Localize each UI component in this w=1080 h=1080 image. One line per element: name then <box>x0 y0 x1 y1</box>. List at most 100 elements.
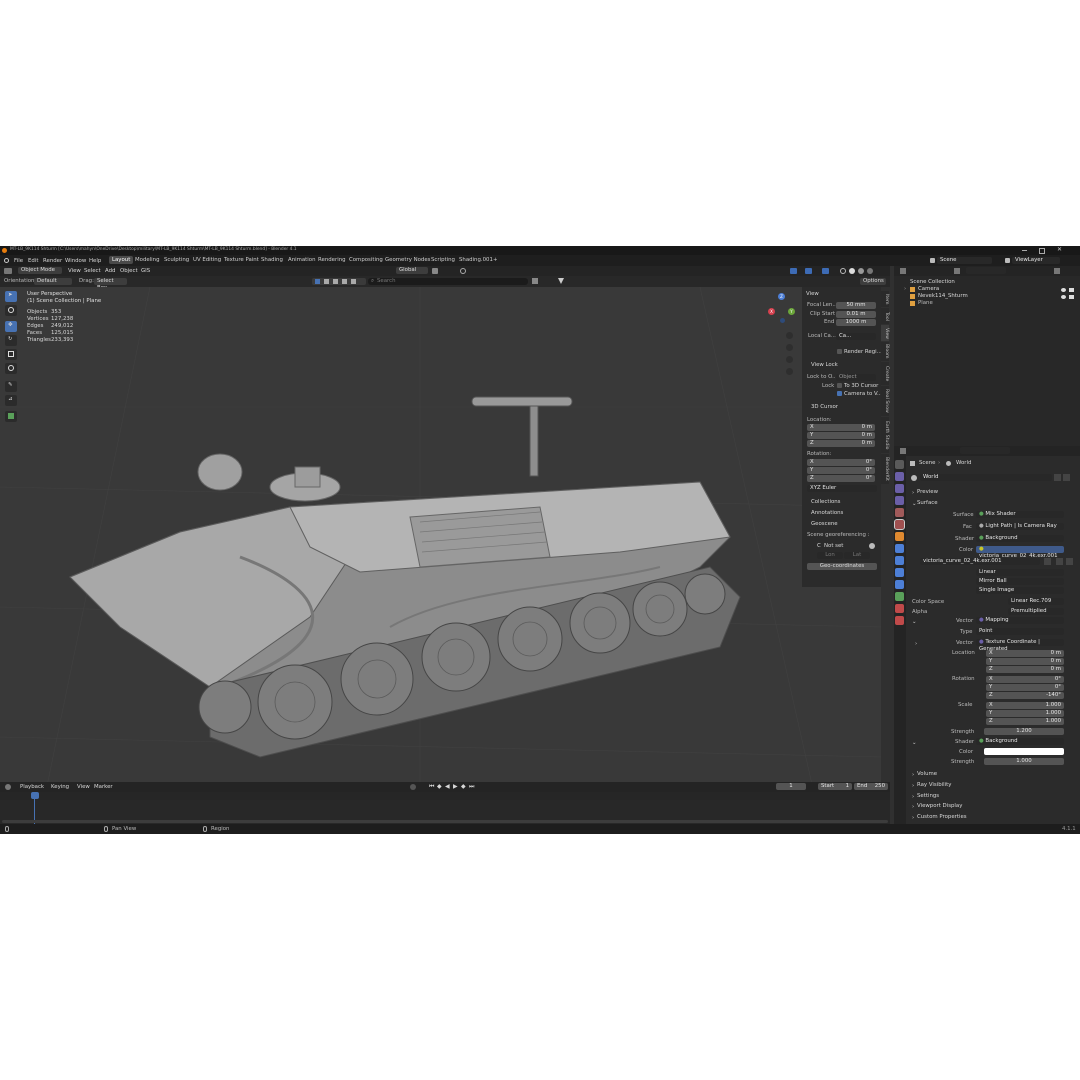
interpolation-dropdown[interactable]: Linear <box>976 569 1064 576</box>
tab-modifiers-icon[interactable] <box>895 544 904 553</box>
menu-edit[interactable]: Edit <box>28 258 38 264</box>
view-lock-header[interactable]: View Lock <box>811 362 838 368</box>
tool-select-box[interactable]: ➤ <box>5 291 17 302</box>
scene-selector[interactable]: Scene <box>937 257 992 264</box>
filter-light-icon[interactable] <box>324 279 329 284</box>
rotation-mode-dropdown[interactable]: XYZ Euler <box>807 485 877 492</box>
tab-geometry-nodes[interactable]: Geometry Nodes <box>382 256 433 264</box>
cursor-loc-y[interactable]: Y0 m <box>807 432 875 439</box>
visibility-eye-icon[interactable] <box>1061 295 1066 299</box>
gizmo-x-axis[interactable]: X <box>768 308 775 315</box>
strength2-field[interactable]: 1.000 <box>984 758 1064 765</box>
vector2-chevron-icon[interactable]: › <box>915 641 917 647</box>
timeline-editor-icon[interactable] <box>5 784 11 790</box>
settings-panel-header[interactable]: Settings <box>917 793 939 799</box>
jump-end-icon[interactable]: ⏭ <box>469 784 474 790</box>
view-panel-header[interactable]: View <box>806 291 819 297</box>
sidebar-tab-blenderkit[interactable]: BlenderKit <box>881 454 889 484</box>
type-dropdown[interactable]: Point <box>976 628 1064 635</box>
tank-model[interactable] <box>60 387 760 767</box>
cursor-loc-z[interactable]: Z0 m <box>807 440 875 447</box>
tab-view-layer-icon[interactable] <box>895 496 904 505</box>
menu-help[interactable]: Help <box>89 258 101 264</box>
unlink-world-icon[interactable] <box>1063 474 1070 481</box>
surface-shader-field[interactable]: ● Mix Shader <box>976 511 1064 518</box>
pan-hand-icon[interactable] <box>786 344 793 351</box>
prev-keyframe-icon[interactable]: ◆ <box>437 784 442 790</box>
navigation-gizmo[interactable]: Z X Y <box>768 293 798 323</box>
drag-dropdown[interactable]: Select Box <box>94 278 127 291</box>
tool-rotate[interactable]: ↻ <box>5 335 17 346</box>
maximize-icon[interactable] <box>1039 248 1045 254</box>
playhead[interactable] <box>31 792 39 799</box>
outliner-search-input[interactable] <box>966 267 1006 274</box>
focal-length-field[interactable]: 50 mm <box>836 302 876 309</box>
geo-coordinates-button[interactable]: Geo-coordinates <box>807 563 877 570</box>
mapping-rot-x[interactable]: X 0° <box>986 676 1064 683</box>
preview-chevron-icon[interactable]: › <box>912 490 914 496</box>
viewport-display-panel-header[interactable]: Viewport Display <box>917 803 962 809</box>
sidebar-tab-item[interactable]: Item <box>881 291 889 307</box>
tab-material-icon[interactable] <box>895 604 904 613</box>
timeline-view-menu[interactable]: View <box>77 784 90 790</box>
perspective-toggle-icon[interactable] <box>786 368 793 375</box>
sidebar-tab-bloom[interactable]: Bloom <box>881 342 889 361</box>
shading-wireframe-icon[interactable] <box>840 268 846 274</box>
viewport-search-box[interactable]: ⌕ Search <box>368 278 528 285</box>
filter-camera-icon[interactable] <box>333 279 338 284</box>
render-camera-icon[interactable] <box>1069 288 1074 292</box>
image-browse-icon[interactable] <box>1056 558 1063 565</box>
tab-modeling[interactable]: Modeling <box>132 256 163 264</box>
add-workspace-button[interactable]: + <box>490 256 501 264</box>
tab-layout[interactable]: Layout <box>109 256 134 264</box>
vector-field[interactable]: ● Mapping <box>976 617 1064 624</box>
tool-cursor[interactable] <box>5 305 17 316</box>
lock-cursor-checkbox[interactable] <box>837 383 842 388</box>
menu-add[interactable]: Add <box>105 268 115 274</box>
sidebar-tab-real-snow[interactable]: Real Snow <box>881 386 889 416</box>
vector-chevron-icon[interactable]: ⌄ <box>912 619 917 625</box>
tab-texture-paint[interactable]: Texture Paint <box>221 256 262 264</box>
breadcrumb-scene[interactable]: Scene <box>919 460 935 466</box>
clip-start-field[interactable]: 0.01 m <box>836 311 876 318</box>
sort-icon[interactable] <box>532 278 538 284</box>
tab-scene-icon[interactable] <box>895 508 904 517</box>
filter-icon[interactable] <box>558 278 564 284</box>
overlay-toggle-icon[interactable] <box>805 268 812 274</box>
current-frame-field[interactable]: 1 <box>776 783 806 790</box>
expand-arrow-icon[interactable]: › <box>904 286 906 292</box>
sidebar-tab-tool[interactable]: Tool <box>881 308 889 324</box>
lat-field[interactable]: Lat <box>844 552 870 559</box>
custom-properties-chevron-icon[interactable]: › <box>912 815 914 821</box>
color-space-dropdown[interactable]: Linear Rec.709 <box>1008 598 1064 605</box>
play-icon[interactable]: ▶ <box>453 784 458 790</box>
timeline-scrollbar[interactable] <box>2 820 888 823</box>
menu-select[interactable]: Select <box>84 268 101 274</box>
mapping-loc-z[interactable]: Z0 m <box>986 666 1064 673</box>
source-dropdown[interactable]: Single Image <box>976 587 1064 594</box>
gizmo-y-axis[interactable]: Y <box>788 308 795 315</box>
sidebar-tab-create[interactable]: Create <box>881 362 889 385</box>
mapping-loc-y[interactable]: Y0 m <box>986 658 1064 665</box>
cursor-rot-z[interactable]: Z 0° <box>807 475 875 482</box>
annotations-header[interactable]: Annotations <box>811 510 843 516</box>
next-keyframe-icon[interactable]: ◆ <box>461 784 466 790</box>
tab-tool-icon[interactable] <box>895 460 904 469</box>
menu-view[interactable]: View <box>68 268 81 274</box>
3d-cursor-header[interactable]: 3D Cursor <box>811 404 838 410</box>
tab-constraints-icon[interactable] <box>895 580 904 589</box>
viewport-filter-icons[interactable] <box>312 278 366 285</box>
shading-material-icon[interactable] <box>858 268 864 274</box>
outliner-item-camera[interactable]: Camera <box>918 286 939 292</box>
options-dropdown[interactable]: Options <box>860 278 886 285</box>
timeline-marker-menu[interactable]: Marker <box>94 784 113 790</box>
tab-data-icon[interactable] <box>895 592 904 601</box>
collections-header[interactable]: Collections <box>811 499 840 505</box>
xray-toggle-icon[interactable] <box>822 268 829 274</box>
timeline-keying-menu[interactable]: Keying <box>51 784 69 790</box>
tab-uv-editing[interactable]: UV Editing <box>190 256 224 264</box>
world-name-field[interactable]: World <box>920 474 1052 481</box>
cursor-loc-x[interactable]: X0 m <box>807 424 875 431</box>
tab-particles-icon[interactable] <box>895 556 904 565</box>
shader2-chevron-icon[interactable]: ⌄ <box>912 740 917 746</box>
